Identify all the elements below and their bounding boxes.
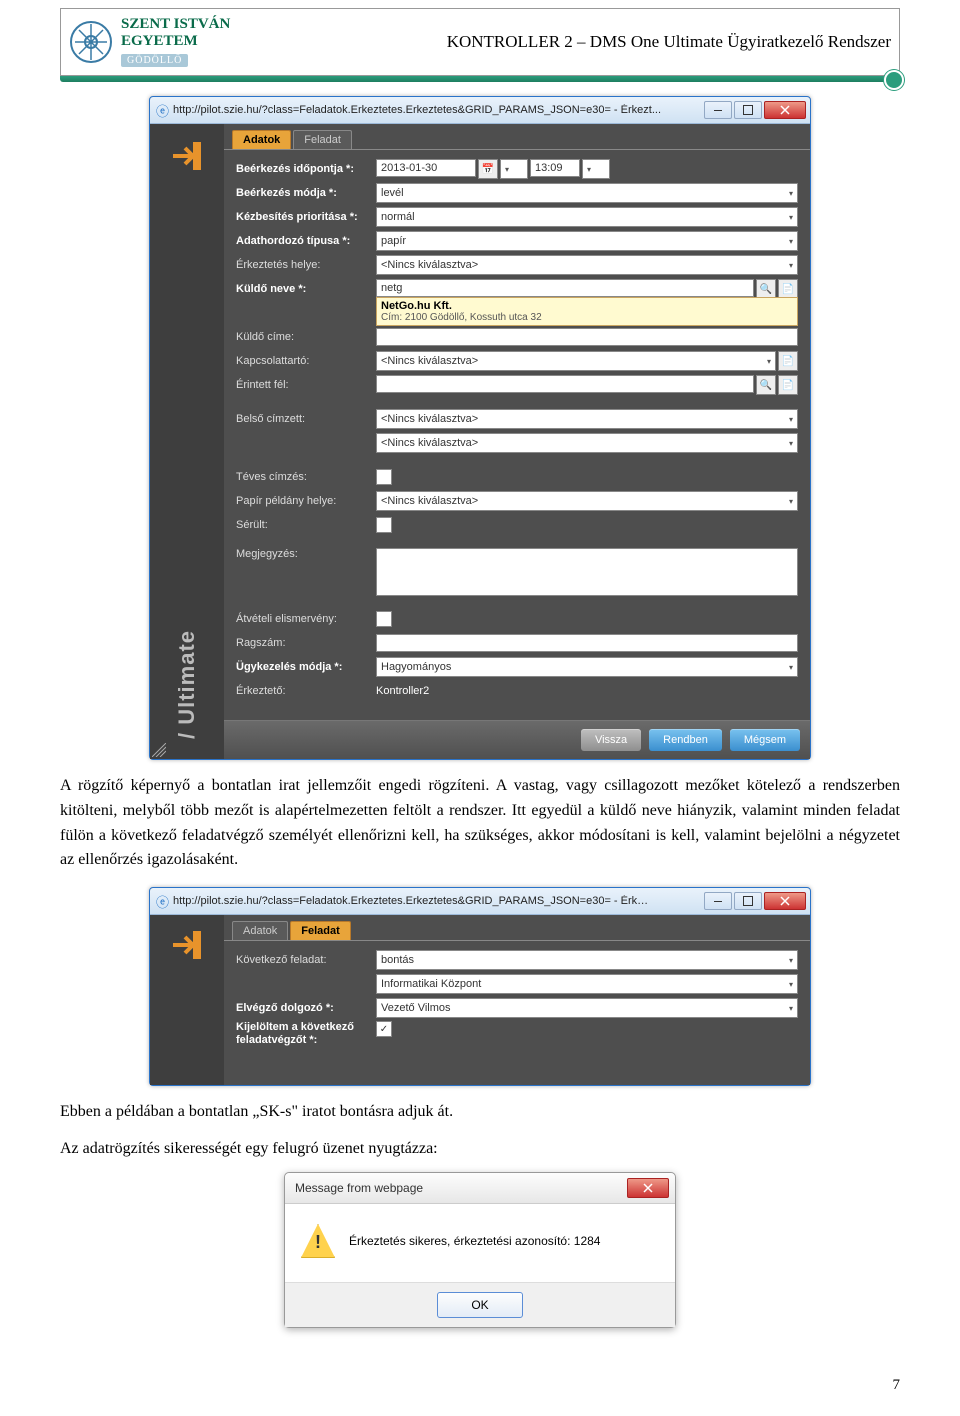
label-beerk-mod: Beérkezés módja *: xyxy=(236,187,376,199)
label-erintett: Érintett fél: xyxy=(236,379,376,391)
input-date[interactable] xyxy=(376,159,476,177)
ok-button[interactable]: Rendben xyxy=(649,729,722,751)
label-adath: Adathordozó típusa *: xyxy=(236,235,376,247)
tab-feladat[interactable]: Feladat xyxy=(293,130,352,149)
dialog-close-button[interactable] xyxy=(627,1178,669,1198)
select-kov[interactable]: bontás▾ xyxy=(376,950,798,970)
dialog-title: Message from webpage xyxy=(295,1181,423,1195)
select-ugykez[interactable]: Hagyományos▾ xyxy=(376,657,798,677)
back-button[interactable]: Vissza xyxy=(581,729,641,751)
input-kuldo-nev[interactable] xyxy=(376,279,754,297)
sidebar-brand: / Ultimate xyxy=(174,630,200,739)
checkbox-serult[interactable] xyxy=(376,517,392,533)
label-elv: Elvégző dolgozó *: xyxy=(236,1002,376,1014)
label-atv: Átvételi elismervény: xyxy=(236,613,376,625)
search-icon[interactable]: 🔍 xyxy=(756,279,776,299)
tab-adatok[interactable]: Adatok xyxy=(232,921,288,940)
header-rule xyxy=(60,76,900,82)
university-logo xyxy=(69,20,113,64)
label-erkezteto: Érkeztető: xyxy=(236,685,376,697)
window-maximize-button[interactable] xyxy=(734,892,762,910)
search-icon[interactable]: 🔍 xyxy=(756,375,776,395)
new-icon[interactable]: 📄 xyxy=(778,351,798,371)
label-kij: Kijelöltem a következő feladatvégzőt *: xyxy=(236,1021,376,1047)
message-dialog: Message from webpage ! Érkeztetés sikere… xyxy=(284,1172,676,1328)
campus-badge: GÖDÖLLŐ xyxy=(121,54,188,68)
document-title: KONTROLLER 2 – DMS One Ultimate Ügyiratk… xyxy=(447,32,891,52)
time-dropdown[interactable]: ▾ xyxy=(582,159,610,179)
dialog-ok-button[interactable]: OK xyxy=(437,1292,523,1318)
input-ragsz[interactable] xyxy=(376,634,798,652)
label-teves: Téves címzés: xyxy=(236,471,376,483)
sidebar-arrow-icon xyxy=(167,925,207,965)
date-dropdown[interactable]: ▾ xyxy=(500,159,528,179)
ie-icon: ⓔ xyxy=(156,892,169,911)
label-ugykez: Ügykezelés módja *: xyxy=(236,661,376,673)
window-close-button[interactable] xyxy=(764,101,806,119)
label-megj: Megjegyzés: xyxy=(236,548,376,560)
screenshot-window-adatok: ⓔ http://pilot.szie.hu/?class=Feladatok.… xyxy=(149,96,811,760)
paragraph-2: Ebben a példában a bontatlan „SK-s" irat… xyxy=(60,1100,900,1125)
window-close-button[interactable] xyxy=(764,892,806,910)
input-kuldo-cim[interactable] xyxy=(376,328,798,346)
autocomplete-popup[interactable]: NetGo.hu Kft. Cím: 2100 Gödöllő, Kossuth… xyxy=(376,297,798,326)
window-url: http://pilot.szie.hu/?class=Feladatok.Er… xyxy=(173,895,653,907)
paragraph-3: Az adatrögzítés sikerességét egy felugró… xyxy=(60,1137,900,1162)
label-kuldo-nev: Küldő neve *: xyxy=(236,283,376,295)
select-mod[interactable]: levél▾ xyxy=(376,183,798,203)
warning-icon: ! xyxy=(301,1224,335,1258)
label-prior: Kézbesítés prioritása *: xyxy=(236,211,376,223)
label-kuldo-cim: Küldő címe: xyxy=(236,331,376,343)
label-papir-hely: Papír példány helye: xyxy=(236,495,376,507)
select-papir-hely[interactable]: <Nincs kiválasztva>▾ xyxy=(376,491,798,511)
window-minimize-button[interactable] xyxy=(704,101,732,119)
page-number: 7 xyxy=(893,1377,901,1394)
new-icon[interactable]: 📄 xyxy=(778,375,798,395)
label-kov: Következő feladat: xyxy=(236,954,376,966)
tab-feladat[interactable]: Feladat xyxy=(290,921,351,940)
university-name-2: EGYETEM xyxy=(121,33,230,50)
value-erkezteto: Kontroller2 xyxy=(376,685,429,697)
label-beerk-ido: Beérkezés időpontja *: xyxy=(236,163,376,175)
window-minimize-button[interactable] xyxy=(704,892,732,910)
select-kapcs[interactable]: <Nincs kiválasztva>▾ xyxy=(376,351,776,371)
sidebar-arrow-icon xyxy=(167,136,207,176)
label-erk-hely: Érkeztetés helye: xyxy=(236,259,376,271)
ie-icon: ⓔ xyxy=(156,101,169,120)
select-dolg[interactable]: Vezető Vilmos▾ xyxy=(376,998,798,1018)
select-erk-hely[interactable]: <Nincs kiválasztva>▾ xyxy=(376,255,798,275)
tab-adatok[interactable]: Adatok xyxy=(232,130,291,149)
checkbox-atv[interactable] xyxy=(376,611,392,627)
screenshot-window-feladat: ⓔ http://pilot.szie.hu/?class=Feladatok.… xyxy=(149,887,811,1086)
label-kapcs: Kapcsolattartó: xyxy=(236,355,376,367)
resize-handle-icon[interactable] xyxy=(152,743,166,757)
page-header: SZENT ISTVÁN EGYETEM GÖDÖLLŐ KONTROLLER … xyxy=(60,8,900,76)
checkbox-teves[interactable] xyxy=(376,469,392,485)
window-url: http://pilot.szie.hu/?class=Feladatok.Er… xyxy=(173,104,661,116)
input-time[interactable] xyxy=(530,159,580,177)
select-belso-1[interactable]: <Nincs kiválasztva>▾ xyxy=(376,409,798,429)
new-icon[interactable]: 📄 xyxy=(778,279,798,299)
select-belso-2[interactable]: <Nincs kiválasztva>▾ xyxy=(376,433,798,453)
calendar-icon[interactable]: 📅 xyxy=(478,159,498,179)
university-name-1: SZENT ISTVÁN xyxy=(121,16,230,33)
dialog-message: Érkeztetés sikeres, érkeztetési azonosít… xyxy=(349,1234,600,1248)
paragraph-1: A rögzítő képernyő a bontatlan irat jell… xyxy=(60,774,900,873)
select-org[interactable]: Informatikai Központ▾ xyxy=(376,974,798,994)
textarea-megj[interactable] xyxy=(376,548,798,596)
checkbox-kij[interactable] xyxy=(376,1021,392,1037)
label-serult: Sérült: xyxy=(236,519,376,531)
select-prior[interactable]: normál▾ xyxy=(376,207,798,227)
label-belso: Belső címzett: xyxy=(236,413,376,425)
cancel-button[interactable]: Mégsem xyxy=(730,729,800,751)
select-adath[interactable]: papír▾ xyxy=(376,231,798,251)
input-erintett[interactable] xyxy=(376,375,754,393)
window-maximize-button[interactable] xyxy=(734,101,762,119)
label-ragsz: Ragszám: xyxy=(236,637,376,649)
